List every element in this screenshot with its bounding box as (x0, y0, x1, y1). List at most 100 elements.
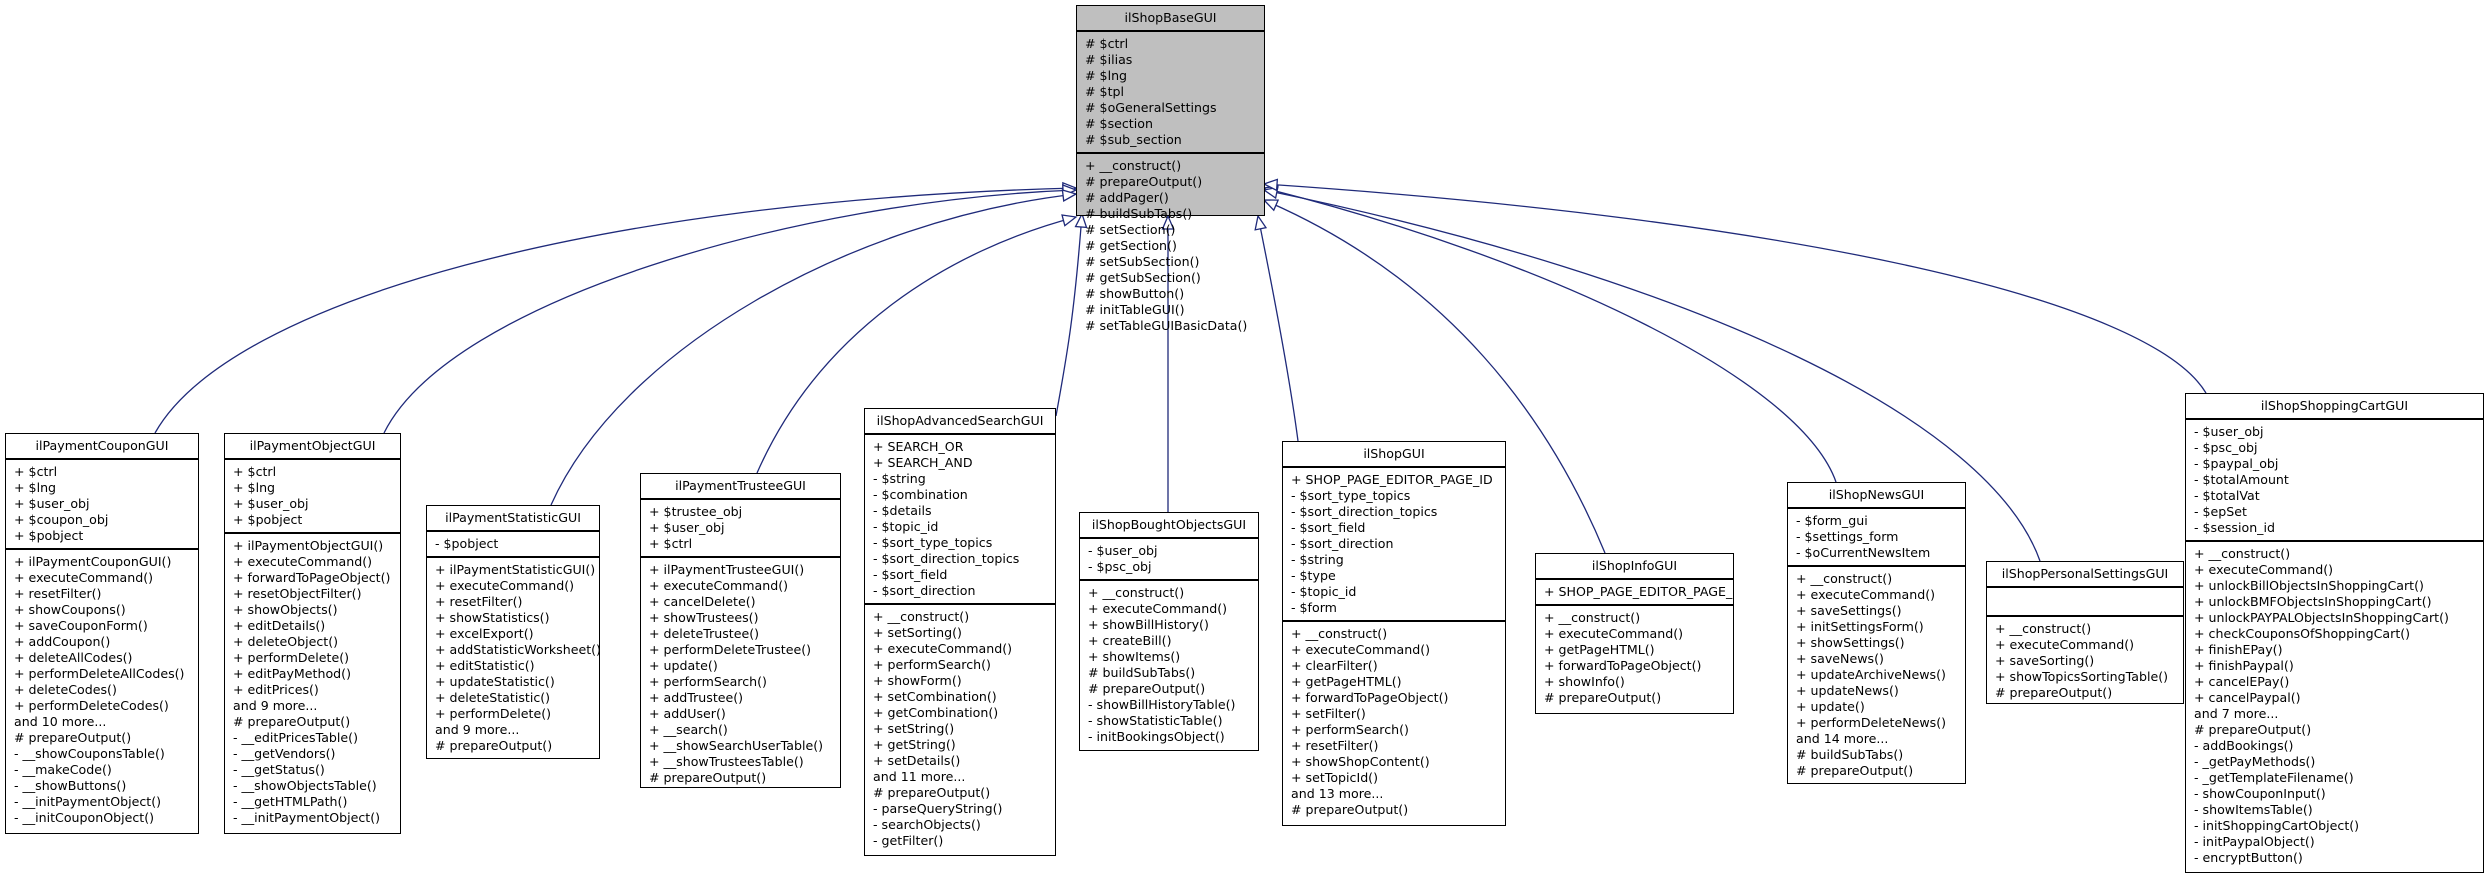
class-operation: + update() (649, 658, 718, 673)
class-attributes: + SHOP_PAGE_EDITOR_PAGE_ID - $sort_type_t… (1283, 468, 1505, 622)
class-box-ilPaymentCouponGUI[interactable]: ilPaymentCouponGUI + $ctrl + $lng + $user_… (5, 433, 199, 834)
class-operation: - initBookingsObject() (1088, 729, 1225, 744)
class-operation: + __showSearchUserTable() (649, 738, 824, 753)
class-operation: + __construct() (1085, 158, 1182, 173)
class-operation: - initShoppingCartObject() (2194, 818, 2360, 833)
class-operation: + showSettings() (1796, 635, 1905, 650)
class-operation: - encryptButton() (2194, 850, 2303, 865)
class-attribute: - $pobject (435, 536, 499, 551)
class-operation: + clearFilter() (1291, 658, 1378, 673)
class-operation: - showItemsTable() (2194, 802, 2313, 817)
class-operations: + __construct() + executeCommand() + clear… (1283, 622, 1505, 822)
class-attribute: - $user_obj (1088, 543, 1158, 558)
class-operation: + showStatistics() (435, 610, 550, 625)
class-operation: + forwardToPageObject() (1291, 690, 1449, 705)
class-box-ilShopBaseGUI[interactable]: ilShopBaseGUI # $ctrl # $ilias # $lng # $tp… (1076, 5, 1265, 333)
class-operations: + ilPaymentStatisticGUI() + executeComman… (427, 558, 599, 758)
class-attribute: - $sort_field (873, 567, 948, 582)
class-operation: + executeCommand() (233, 554, 373, 569)
class-operation: + addTrustee() (649, 690, 744, 705)
class-operation: + showShopContent() (1291, 754, 1430, 769)
class-attributes: - $form_gui - $settings_form - $oCurrentNe… (1788, 509, 1965, 567)
class-operations: + ilPaymentObjectGUI() + executeCommand()… (225, 534, 400, 830)
class-attribute: - $sort_type_topics (1291, 488, 1411, 503)
class-box-ilShopNewsGUI[interactable]: ilShopNewsGUI - $form_gui - $settings_for… (1787, 482, 1966, 784)
class-attribute: + $lng (14, 480, 57, 495)
class-operation: + forwardToPageObject() (1544, 658, 1702, 673)
class-operation: + showForm() (873, 673, 962, 688)
class-operation: + performDeleteNews() (1796, 715, 1947, 730)
class-attribute: + $ctrl (14, 464, 58, 479)
class-operation: + executeCommand() (2194, 562, 2334, 577)
class-operation: + __construct() (1291, 626, 1388, 641)
class-operation: + resetFilter() (1291, 738, 1379, 753)
class-operation: - showStatisticTable() (1088, 713, 1223, 728)
class-box-ilPaymentObjectGUI[interactable]: ilPaymentObjectGUI + $ctrl + $lng + $user_… (224, 433, 401, 834)
class-operation: - __makeCode() (14, 762, 112, 777)
class-operation: + __construct() (1995, 621, 2092, 636)
class-operation: + deleteAllCodes() (14, 650, 133, 665)
class-attribute: - $sort_direction (873, 583, 976, 598)
class-attributes (1987, 588, 2183, 617)
more-members-note: and 9 more... (233, 698, 318, 713)
class-operation: - __showObjectsTable() (233, 778, 377, 793)
class-operation: # prepareOutput() (233, 714, 351, 729)
class-operation: - addBookings() (2194, 738, 2294, 753)
class-attributes: + $ctrl + $lng + $user_obj + $coupon_obj + $… (6, 460, 198, 550)
class-attribute: + $user_obj (649, 520, 725, 535)
class-box-ilShopPersonalSettingsGUI[interactable]: ilShopPersonalSettingsGUI + __construct(… (1986, 561, 2184, 704)
class-operation: + __construct() (1796, 571, 1893, 586)
class-box-ilShopShoppingCartGUI[interactable]: ilShopShoppingCartGUI - $user_obj - $psc_… (2185, 393, 2484, 873)
class-operation: + checkCouponsOfShoppingCart() (2194, 626, 2411, 641)
class-operation: # prepareOutput() (1085, 174, 1203, 189)
class-attributes: + SHOP_PAGE_EDITOR_PAGE_ID (1536, 580, 1733, 606)
class-operation: + deleteTrustee() (649, 626, 760, 641)
class-box-ilPaymentTrusteeGUI[interactable]: ilPaymentTrusteeGUI + $trustee_obj + $use… (640, 473, 841, 788)
class-title: ilShopBaseGUI (1077, 6, 1264, 32)
inheritance-edge-ilPaymentCouponGUI (154, 187, 1077, 434)
class-operation: + editPayMethod() (233, 666, 351, 681)
class-box-ilShopGUI[interactable]: ilShopGUI + SHOP_PAGE_EDITOR_PAGE_ID - $s… (1282, 441, 1506, 826)
class-operation: + setString() (873, 721, 955, 736)
class-attribute: # $oGeneralSettings (1085, 100, 1217, 115)
class-box-ilPaymentStatisticGUI[interactable]: ilPaymentStatisticGUI - $pobject + ilPay… (426, 505, 600, 759)
class-attribute: + SHOP_PAGE_EDITOR_PAGE_ID (1291, 472, 1493, 487)
class-operation: + executeCommand() (1796, 587, 1936, 602)
class-operation: + showItems() (1088, 649, 1181, 664)
class-operation: + excelExport() (435, 626, 534, 641)
class-attribute: - $sort_type_topics (873, 535, 993, 550)
class-operation: + resetObjectFilter() (233, 586, 362, 601)
class-operation: + performSearch() (1291, 722, 1409, 737)
class-box-ilShopBoughtObjectsGUI[interactable]: ilShopBoughtObjectsGUI - $user_obj - $psc… (1079, 512, 1259, 751)
class-operation: + showObjects() (233, 602, 338, 617)
class-operation: - searchObjects() (873, 817, 981, 832)
class-operation: # addPager() (1085, 190, 1169, 205)
class-operation: + ilPaymentStatisticGUI() (435, 562, 596, 577)
class-operation: + performDeleteTrustee() (649, 642, 812, 657)
class-operation: - __showCouponsTable() (14, 746, 165, 761)
class-operation: - __initPaymentObject() (14, 794, 162, 809)
class-operation: + setSorting() (873, 625, 962, 640)
class-operation: + __construct() (2194, 546, 2291, 561)
class-operation: + showInfo() (1544, 674, 1625, 689)
class-operations: + __construct() + setSorting() + executeCo… (865, 605, 1055, 853)
class-operation: + initSettingsForm() (1796, 619, 1924, 634)
class-operation: + setFilter() (1291, 706, 1366, 721)
class-box-ilShopAdvancedSearchGUI[interactable]: ilShopAdvancedSearchGUI + SEARCH_OR + SEA… (864, 408, 1056, 856)
class-operation: + editStatistic() (435, 658, 535, 673)
class-operation: # getSubSection() (1085, 270, 1201, 285)
class-operation: + addCoupon() (14, 634, 111, 649)
class-attribute: - $sort_direction_topics (1291, 504, 1438, 519)
class-operation: + performDelete() (233, 650, 350, 665)
class-operation: # buildSubTabs() (1088, 665, 1196, 680)
class-box-ilShopInfoGUI[interactable]: ilShopInfoGUI + SHOP_PAGE_EDITOR_PAGE_ID… (1535, 553, 1734, 714)
class-operation: + saveSorting() (1995, 653, 2095, 668)
class-attribute: + $user_obj (233, 496, 309, 511)
class-operation: + resetFilter() (14, 586, 102, 601)
class-attribute: - $sort_direction (1291, 536, 1394, 551)
class-operation: + setCombination() (873, 689, 997, 704)
class-operation: - __getVendors() (233, 746, 336, 761)
class-operation: + addStatisticWorksheet() (435, 642, 599, 657)
class-operation: + forwardToPageObject() (233, 570, 391, 585)
class-operation: + getString() (873, 737, 956, 752)
